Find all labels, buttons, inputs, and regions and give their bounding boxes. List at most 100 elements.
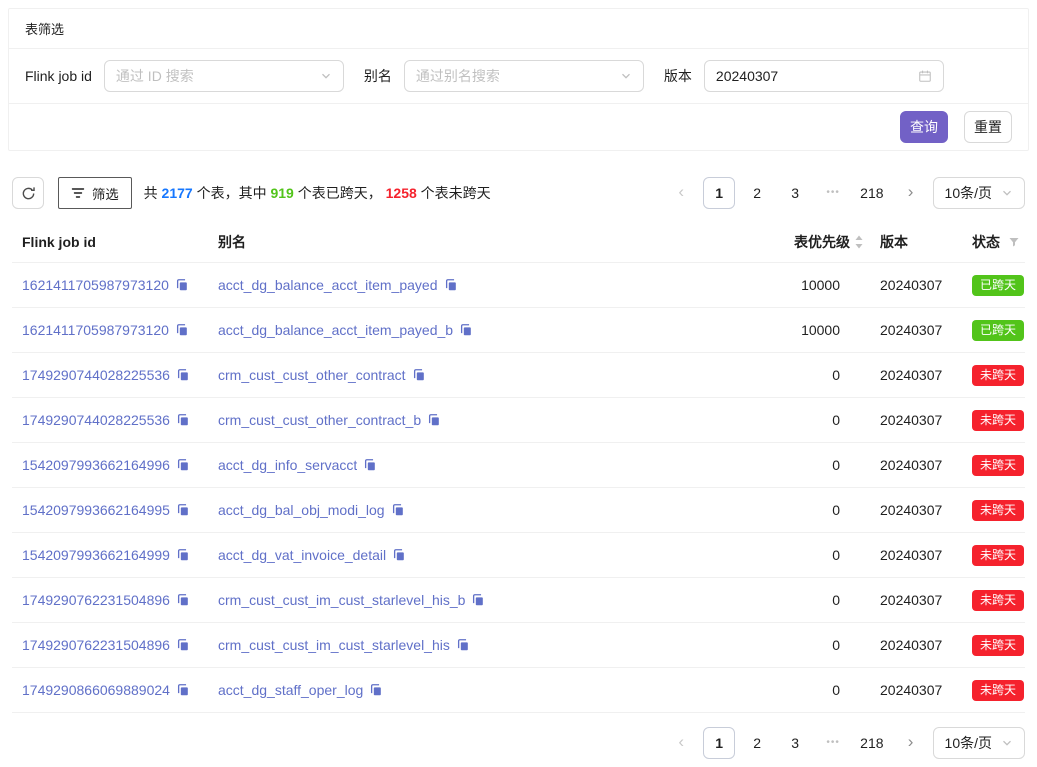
pagination-page-3[interactable]: 3 <box>779 727 811 759</box>
chevron-down-icon <box>320 70 332 82</box>
copy-icon[interactable] <box>444 278 458 292</box>
status-badge: 未跨天 <box>972 635 1024 656</box>
version-value: 20240307 <box>868 547 950 563</box>
sort-icon[interactable] <box>854 235 864 249</box>
copy-icon[interactable] <box>176 503 190 517</box>
pagination-next-button[interactable]: › <box>895 727 927 759</box>
copy-icon[interactable] <box>176 413 190 427</box>
alias-link[interactable]: acct_dg_bal_obj_modi_log <box>218 502 385 518</box>
copy-icon[interactable] <box>176 368 190 382</box>
alias-link[interactable]: crm_cust_cust_im_cust_starlevel_his_b <box>218 592 465 608</box>
page-size-select[interactable]: 10条/页 <box>933 727 1025 759</box>
column-header-priority[interactable]: 表优先级 <box>728 232 868 252</box>
status-badge: 未跨天 <box>972 410 1024 431</box>
crossed-count: 919 <box>270 185 293 201</box>
alias-label: 别名 <box>364 66 392 86</box>
version-value: 20240307 <box>868 592 950 608</box>
job-id-placeholder: 通过 ID 搜索 <box>116 66 320 86</box>
pagination-page-3[interactable]: 3 <box>779 177 811 209</box>
chevron-down-icon <box>1001 187 1013 199</box>
alias-link[interactable]: acct_dg_info_servacct <box>218 457 357 473</box>
pagination-prev-button[interactable]: ‹ <box>665 177 697 209</box>
copy-icon[interactable] <box>363 458 377 472</box>
flink-job-id-link[interactable]: 1621411705987973120 <box>22 322 169 338</box>
copy-icon[interactable] <box>175 278 189 292</box>
copy-icon[interactable] <box>471 593 485 607</box>
copy-icon[interactable] <box>392 548 406 562</box>
table-row: 1749290866069889024 acct_dg_staff_oper_l… <box>12 668 1025 713</box>
filter-card-title: 表筛选 <box>9 9 1028 49</box>
copy-icon[interactable] <box>412 368 426 382</box>
pagination-page-1[interactable]: 1 <box>703 177 735 209</box>
table-row: 1621411705987973120 acct_dg_balance_acct… <box>12 308 1025 353</box>
status-badge: 已跨天 <box>972 320 1024 341</box>
copy-icon[interactable] <box>176 593 190 607</box>
table-row: 1749290744028225536 crm_cust_cust_other_… <box>12 353 1025 398</box>
priority-value: 0 <box>728 367 868 383</box>
copy-icon[interactable] <box>176 548 190 562</box>
copy-icon[interactable] <box>175 323 189 337</box>
copy-icon[interactable] <box>176 683 190 697</box>
alias-select[interactable]: 通过别名搜索 <box>404 60 644 92</box>
table-row: 1542097993662164999 acct_dg_vat_invoice_… <box>12 533 1025 578</box>
toolbar: 筛选 共 2177 个表，其中 919 个表已跨天， 1258 个表未跨天 ‹1… <box>12 177 1025 209</box>
version-value: 20240307 <box>868 322 950 338</box>
pagination-page-1[interactable]: 1 <box>703 727 735 759</box>
copy-icon[interactable] <box>459 323 473 337</box>
reset-button[interactable]: 重置 <box>964 111 1012 143</box>
job-id-select[interactable]: 通过 ID 搜索 <box>104 60 344 92</box>
alias-link[interactable]: acct_dg_balance_acct_item_payed_b <box>218 322 453 338</box>
refresh-button[interactable] <box>12 177 44 209</box>
page-size-label: 10条/页 <box>945 183 992 203</box>
priority-value: 0 <box>728 592 868 608</box>
alias-link[interactable]: crm_cust_cust_im_cust_starlevel_his <box>218 637 450 653</box>
copy-icon[interactable] <box>456 638 470 652</box>
alias-link[interactable]: acct_dg_staff_oper_log <box>218 682 363 698</box>
flink-job-id-link[interactable]: 1542097993662164995 <box>22 502 170 518</box>
flink-job-id-link[interactable]: 1542097993662164996 <box>22 457 170 473</box>
filter-funnel-icon[interactable] <box>1008 236 1020 248</box>
flink-job-id-link[interactable]: 1749290744028225536 <box>22 367 170 383</box>
version-date-input[interactable]: 20240307 <box>704 60 944 92</box>
version-value: 20240307 <box>868 637 950 653</box>
pagination-prev-button[interactable]: ‹ <box>665 727 697 759</box>
version-value: 20240307 <box>868 457 950 473</box>
column-header-version: 版本 <box>868 232 950 252</box>
copy-icon[interactable] <box>391 503 405 517</box>
copy-icon[interactable] <box>369 683 383 697</box>
query-button[interactable]: 查询 <box>900 111 948 143</box>
filter-toggle-label: 筛选 <box>92 184 119 203</box>
table-row: 1749290744028225536 crm_cust_cust_other_… <box>12 398 1025 443</box>
copy-icon[interactable] <box>176 638 190 652</box>
version-value: 20240307 <box>868 502 950 518</box>
page-size-select[interactable]: 10条/页 <box>933 177 1025 209</box>
page: 表筛选 Flink job id 通过 ID 搜索 别名 通过别名搜索 <box>0 0 1037 767</box>
table-row: 1749290762231504896 crm_cust_cust_im_cus… <box>12 578 1025 623</box>
flink-job-id-link[interactable]: 1542097993662164999 <box>22 547 170 563</box>
pagination-page-2[interactable]: 2 <box>741 727 773 759</box>
alias-link[interactable]: crm_cust_cust_other_contract_b <box>218 412 421 428</box>
flink-job-id-link[interactable]: 1749290762231504896 <box>22 637 170 653</box>
alias-link[interactable]: acct_dg_vat_invoice_detail <box>218 547 386 563</box>
alias-link[interactable]: acct_dg_balance_acct_item_payed <box>218 277 438 293</box>
filter-field-alias: 别名 通过别名搜索 <box>364 60 644 92</box>
pagination-top: ‹123•••218› 10条/页 <box>665 177 1025 209</box>
flink-job-id-link[interactable]: 1621411705987973120 <box>22 277 169 293</box>
flink-job-id-link[interactable]: 1749290744028225536 <box>22 412 170 428</box>
pagination-ellipsis[interactable]: ••• <box>817 727 849 759</box>
flink-job-id-link[interactable]: 1749290762231504896 <box>22 592 170 608</box>
priority-value: 0 <box>728 547 868 563</box>
pagination-page-2[interactable]: 2 <box>741 177 773 209</box>
pagination-page-218[interactable]: 218 <box>855 727 888 759</box>
alias-link[interactable]: crm_cust_cust_other_contract <box>218 367 406 383</box>
flink-job-id-link[interactable]: 1749290866069889024 <box>22 682 170 698</box>
copy-icon[interactable] <box>176 458 190 472</box>
filter-toggle-button[interactable]: 筛选 <box>58 177 132 209</box>
pagination-page-218[interactable]: 218 <box>855 177 888 209</box>
pagination-ellipsis[interactable]: ••• <box>817 177 849 209</box>
priority-value: 0 <box>728 412 868 428</box>
status-badge: 未跨天 <box>972 545 1024 566</box>
copy-icon[interactable] <box>427 413 441 427</box>
pagination-next-button[interactable]: › <box>895 177 927 209</box>
version-value: 20240307 <box>868 277 950 293</box>
